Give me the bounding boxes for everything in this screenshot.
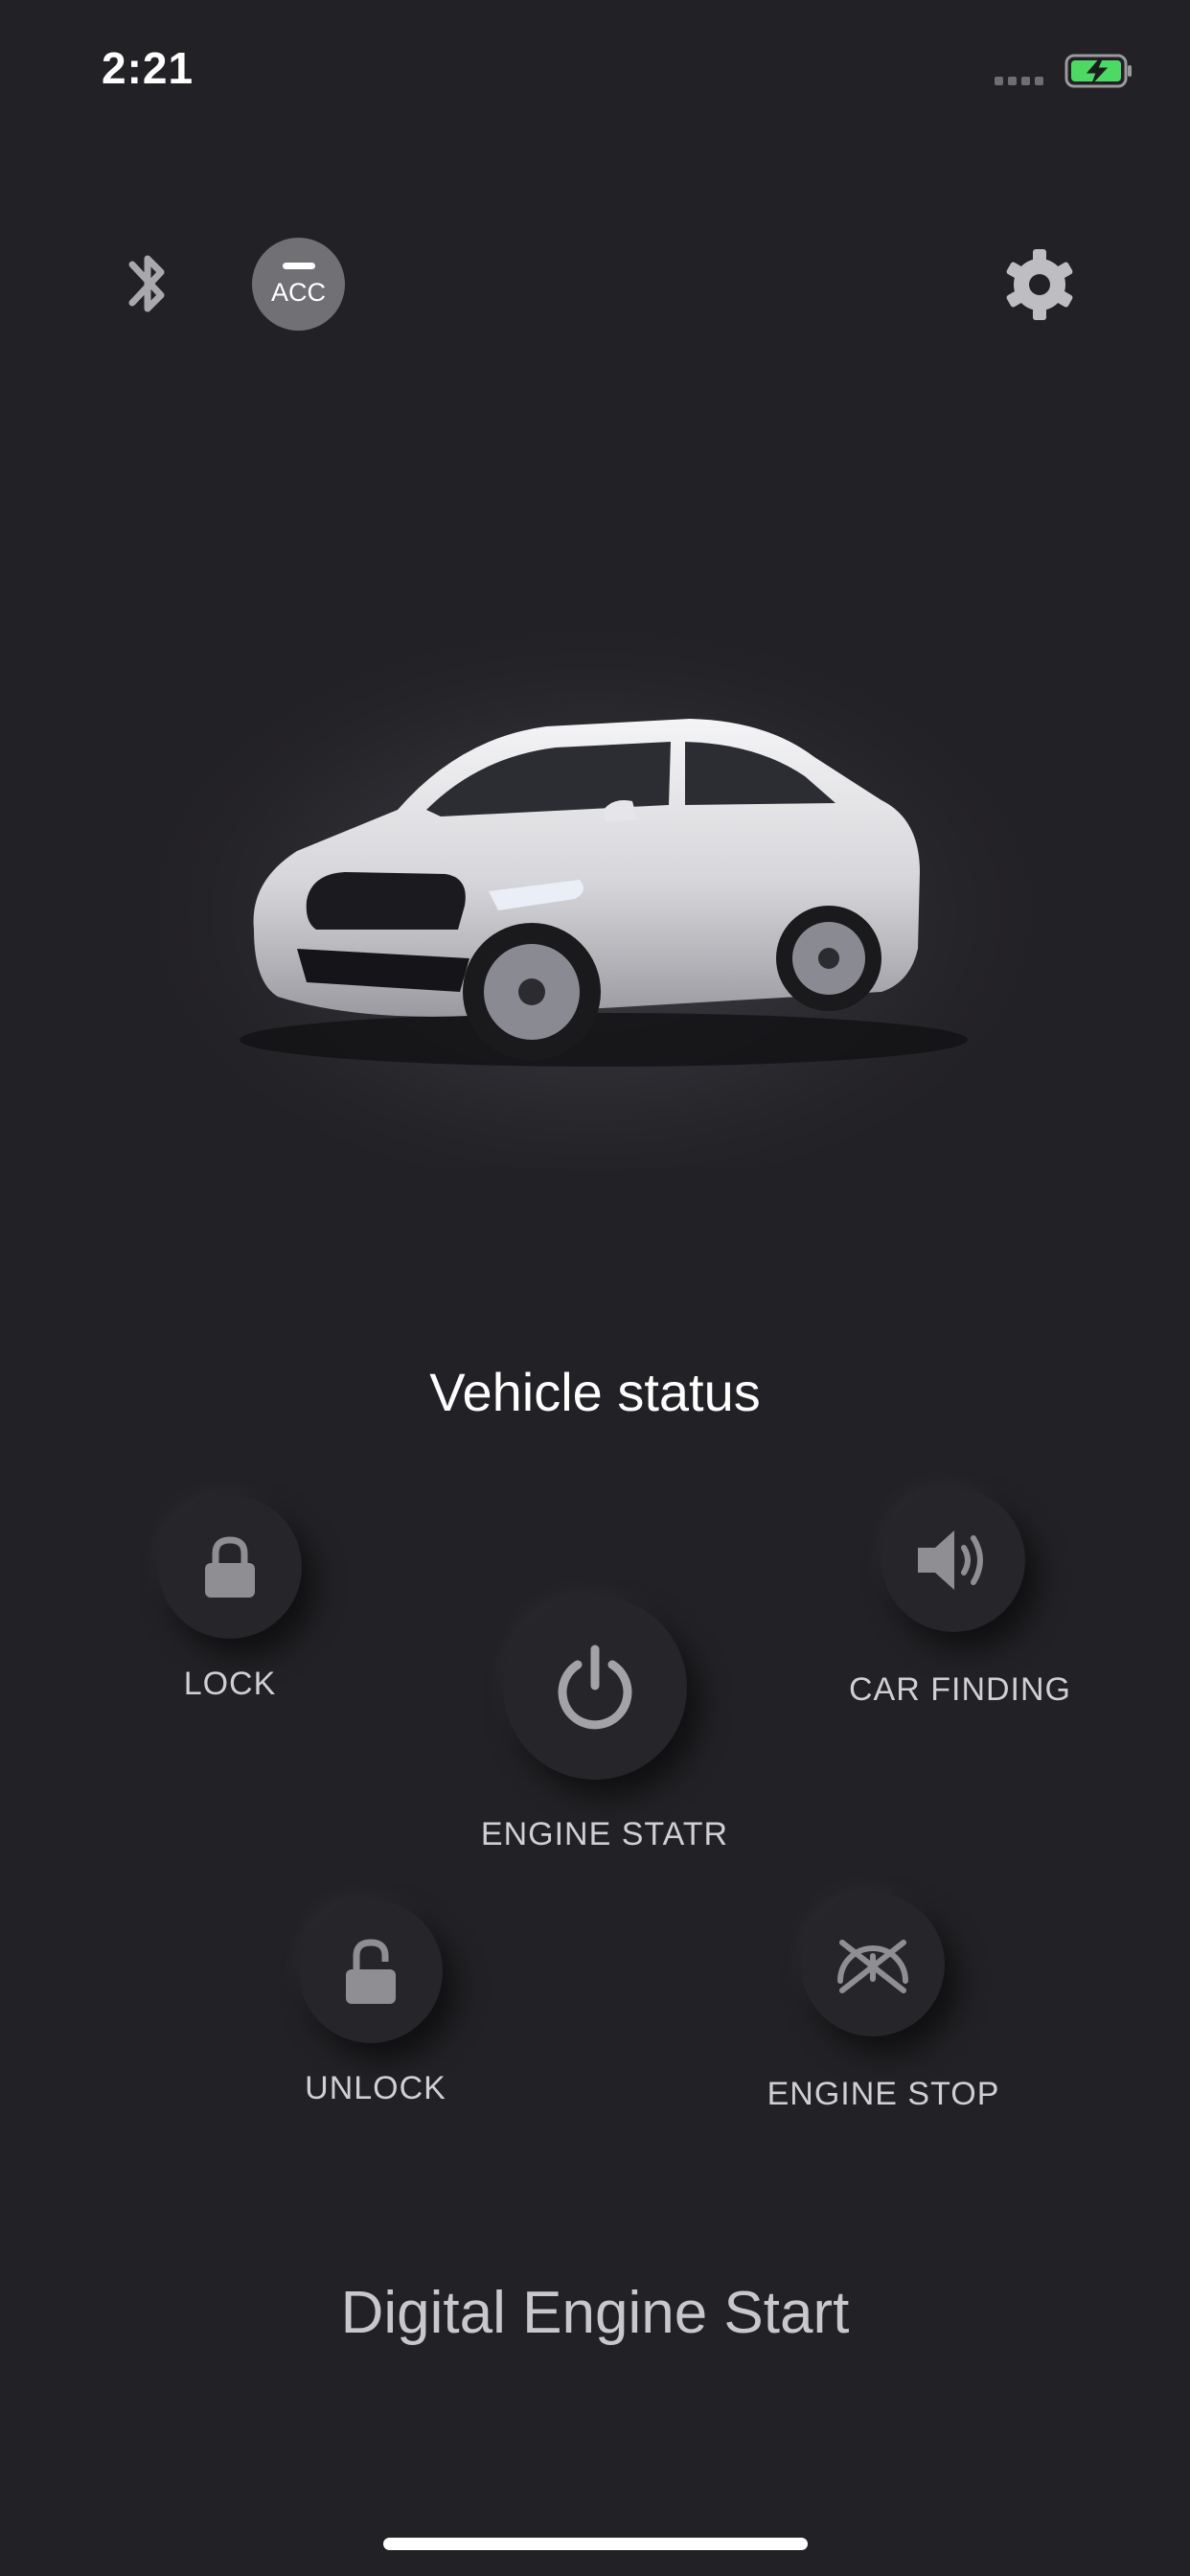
footer-title: Digital Engine Start bbox=[340, 2280, 850, 2346]
engine-stop-icon bbox=[837, 1940, 908, 1993]
acc-label: ACC bbox=[270, 278, 326, 307]
engine-start-button[interactable] bbox=[503, 1596, 687, 1780]
signal-icon bbox=[995, 77, 1043, 85]
engine-start-label: ENGINE STATR bbox=[480, 1816, 729, 1852]
status-time: 2:21 bbox=[102, 43, 195, 93]
lock-icon bbox=[205, 1536, 255, 1598]
battery-charging-icon bbox=[1064, 54, 1132, 88]
car-finding-button[interactable] bbox=[881, 1488, 1025, 1632]
acc-button[interactable]: ACC bbox=[252, 238, 345, 331]
speaker-icon bbox=[918, 1530, 983, 1590]
unlock-icon bbox=[346, 1939, 396, 2004]
car-image bbox=[153, 613, 1035, 1169]
unlock-label: UNLOCK bbox=[305, 2070, 446, 2106]
unlock-button[interactable] bbox=[299, 1899, 443, 2043]
vehicle-status-label: Vehicle status bbox=[429, 1362, 761, 1422]
home-indicator[interactable] bbox=[383, 2538, 808, 2550]
engine-stop-button[interactable] bbox=[801, 1893, 945, 2036]
lock-label: LOCK bbox=[183, 1666, 277, 1702]
lock-button[interactable] bbox=[158, 1495, 302, 1639]
gear-icon[interactable] bbox=[1000, 245, 1079, 324]
bluetooth-icon[interactable] bbox=[121, 245, 174, 322]
engine-stop-label: ENGINE STOP bbox=[767, 2076, 1000, 2112]
car-finding-label: CAR FINDING bbox=[849, 1671, 1071, 1708]
acc-icon bbox=[283, 263, 315, 269]
power-icon bbox=[558, 1644, 632, 1730]
